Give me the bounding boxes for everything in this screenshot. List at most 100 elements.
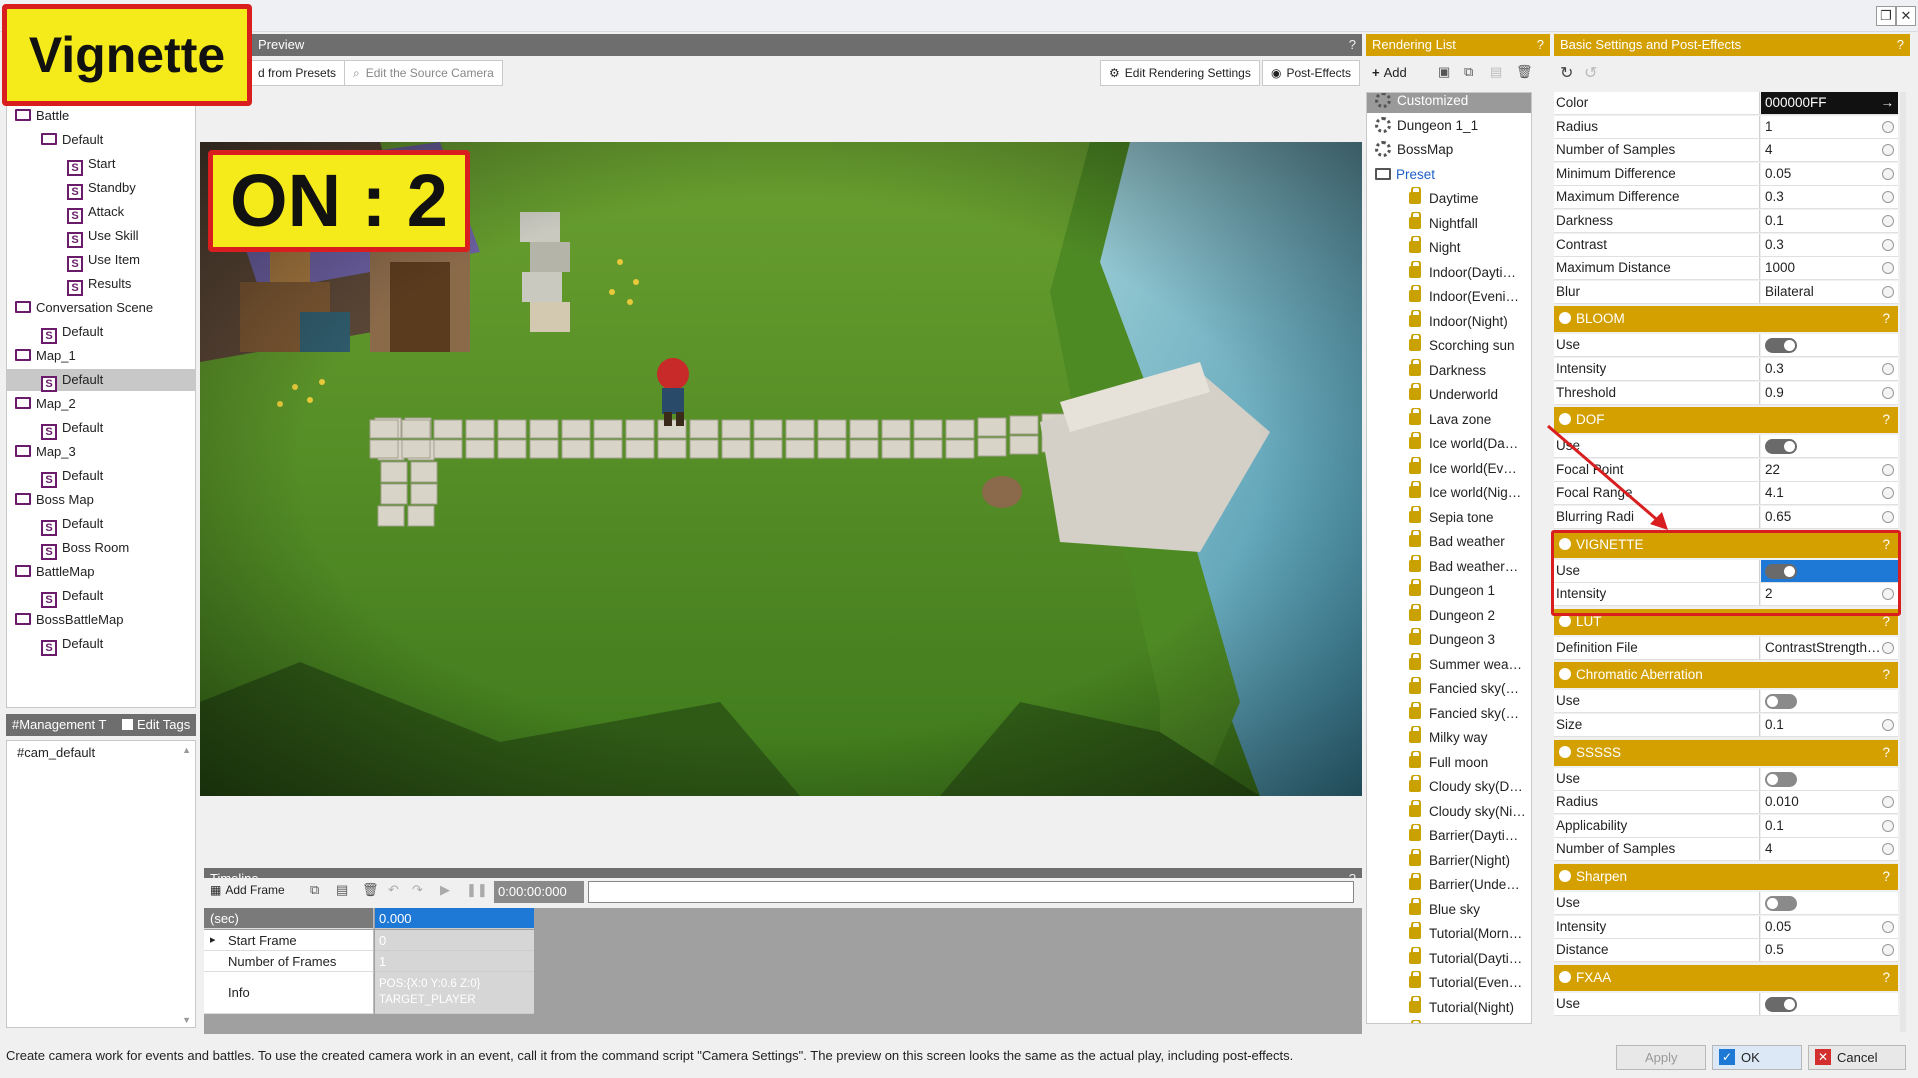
settings-row[interactable]: Number of Samples 4 — [1554, 139, 1898, 163]
settings-row[interactable]: Use — [1554, 334, 1898, 358]
tree-item[interactable]: BattleMap — [15, 561, 95, 583]
scroll-up-icon[interactable]: ▲ — [182, 745, 191, 755]
settings-row[interactable]: Radius 0.010 — [1554, 791, 1898, 815]
rendering-list-item[interactable]: Indoor(Eveni… — [1367, 285, 1531, 309]
settings-row[interactable]: Darkness 0.1 — [1554, 210, 1898, 233]
setting-value[interactable]: 0.05 — [1761, 162, 1898, 185]
rendering-list-item[interactable]: Darkness — [1367, 358, 1531, 383]
tree-item[interactable]: S Use Item — [67, 249, 140, 272]
setting-value[interactable]: 0.65 — [1761, 506, 1898, 528]
play-icon[interactable]: ▶ — [440, 882, 450, 898]
settings-row[interactable]: Use — [1554, 992, 1898, 1016]
toggle-switch[interactable] — [1765, 771, 1797, 787]
rendering-list-item[interactable]: Tutorial(Even… — [1367, 971, 1531, 995]
help-icon[interactable]: ? — [1882, 306, 1890, 332]
stepper-icon[interactable] — [1882, 363, 1894, 375]
undo-icon[interactable]: ↶ — [388, 882, 399, 898]
setting-value[interactable]: 4.1 — [1761, 482, 1898, 505]
frame-property-value[interactable]: 0.000 — [375, 908, 534, 929]
stepper-icon[interactable] — [1882, 920, 1894, 933]
tree-item[interactable]: Battle — [15, 105, 69, 127]
stepper-icon[interactable] — [1882, 463, 1894, 476]
tree-item[interactable]: S Start — [67, 153, 115, 176]
post-effects-button[interactable]: ◉ Post-Effects — [1262, 60, 1360, 86]
rendering-list-item[interactable]: Summer wea… — [1367, 652, 1531, 677]
stepper-icon[interactable] — [1882, 719, 1894, 731]
setting-value[interactable]: 0.3 — [1761, 186, 1898, 209]
tree-item[interactable]: S Attack — [67, 201, 124, 224]
settings-row[interactable]: Intensity 0.05 — [1554, 915, 1898, 939]
rendering-list-item[interactable]: Preset — [1367, 163, 1531, 187]
help-icon[interactable]: ? — [1882, 740, 1890, 766]
stepper-icon[interactable] — [1882, 944, 1894, 957]
help-icon[interactable]: ? — [1882, 407, 1890, 433]
stepper-icon[interactable] — [1882, 144, 1894, 157]
settings-row[interactable]: Radius 1 — [1554, 115, 1898, 139]
settings-row[interactable]: Definition File ContrastStrength… — [1554, 636, 1898, 660]
revert-icon[interactable]: ↺ — [1584, 63, 1597, 83]
rendering-list-item[interactable]: Fancied sky(… — [1367, 701, 1531, 726]
timeline-track[interactable] — [588, 881, 1354, 903]
rendering-list-item[interactable]: Ice world(Ev… — [1367, 456, 1531, 481]
rendering-list-item[interactable]: Ice world(Da… — [1367, 432, 1531, 456]
setting-value[interactable] — [1761, 690, 1898, 713]
settings-row[interactable]: Minimum Difference 0.05 — [1554, 162, 1898, 186]
rendering-list-item[interactable]: Dungeon 1 — [1367, 579, 1531, 603]
settings-section-header[interactable]: Sharpen? — [1554, 864, 1898, 890]
settings-row[interactable]: Number of Samples 4 — [1554, 838, 1898, 862]
cancel-button[interactable]: ✕ Cancel — [1808, 1045, 1906, 1070]
edit-rendering-settings-button[interactable]: ⚙ Edit Rendering Settings — [1100, 60, 1260, 86]
setting-value[interactable]: 4 — [1761, 838, 1898, 861]
toggle-switch[interactable] — [1765, 996, 1797, 1012]
copy-icon[interactable]: ⧉ — [1464, 64, 1473, 80]
settings-section-header[interactable]: Chromatic Aberration? — [1554, 662, 1898, 689]
pause-icon[interactable]: ❚❚ — [466, 882, 488, 898]
edit-source-camera-button[interactable]: ⌕ Edit the Source Camera — [344, 60, 503, 86]
redo-icon[interactable]: ↷ — [412, 882, 423, 898]
settings-row[interactable]: Threshold 0.9 — [1554, 381, 1898, 405]
load-presets-button[interactable]: d from Presets — [250, 60, 346, 86]
tree-item[interactable]: S Boss Room — [41, 537, 129, 560]
rendering-list-item[interactable]: Sepia tone — [1367, 505, 1531, 530]
reset-icon[interactable]: ↻ — [1560, 63, 1573, 83]
stepper-icon[interactable] — [1882, 167, 1894, 180]
frame-property-row[interactable]: Start Frame 0 ▸ — [204, 930, 534, 951]
settings-row[interactable]: Use — [1554, 767, 1898, 791]
setting-value[interactable]: 0.3 — [1761, 233, 1898, 256]
paste-icon[interactable]: ▤ — [336, 882, 348, 898]
rendering-list-item[interactable]: Night — [1367, 236, 1531, 260]
settings-row[interactable]: Distance 0.5 — [1554, 939, 1898, 963]
stepper-icon[interactable] — [1882, 191, 1894, 204]
delete-icon[interactable]: 🗑 — [362, 882, 379, 898]
setting-value[interactable]: 000000FF → — [1761, 92, 1898, 114]
setting-value[interactable]: 0.1 — [1761, 210, 1898, 232]
setting-value[interactable] — [1761, 334, 1898, 357]
toggle-switch[interactable] — [1765, 694, 1797, 710]
settings-row[interactable]: Maximum Difference 0.3 — [1554, 186, 1898, 210]
settings-row[interactable]: Blur Bilateral — [1554, 280, 1898, 304]
tree-item[interactable]: Conversation Scene — [15, 297, 153, 319]
frame-property-row[interactable]: (sec) 0.000 — [204, 908, 534, 929]
color-picker-icon[interactable]: → — [1881, 92, 1895, 114]
rendering-list-item[interactable]: Tutorial(Night) — [1367, 995, 1531, 1020]
settings-row[interactable]: Intensity 0.3 — [1554, 358, 1898, 381]
tree-item[interactable]: S Default — [41, 633, 103, 656]
stepper-icon[interactable] — [1882, 285, 1894, 298]
rendering-list-item[interactable]: Barrier(Night) — [1367, 848, 1531, 873]
stepper-icon[interactable] — [1882, 262, 1894, 275]
toggle-switch[interactable] — [1765, 439, 1797, 455]
rendering-list-item[interactable]: Full moon — [1367, 750, 1531, 775]
tree-item[interactable]: Default — [41, 129, 103, 151]
rendering-list-item[interactable]: Milky way — [1367, 726, 1531, 750]
rendering-list-item[interactable]: Daytime — [1367, 187, 1531, 211]
help-icon[interactable]: ? — [1897, 34, 1904, 56]
settings-section-header[interactable]: FXAA? — [1554, 964, 1898, 991]
rendering-list-item[interactable]: Ice world(Nig… — [1367, 481, 1531, 505]
rendering-list-item[interactable]: Lava zone — [1367, 407, 1531, 432]
tree-item[interactable]: Boss Map — [15, 489, 94, 511]
help-icon[interactable]: ? — [1882, 864, 1890, 890]
help-icon[interactable]: ? — [1537, 34, 1544, 56]
restore-button[interactable]: ❐ — [1876, 6, 1896, 26]
tree-item[interactable]: S Default — [41, 585, 103, 608]
rendering-list-item[interactable]: Tutorial(Morn… — [1367, 922, 1531, 946]
